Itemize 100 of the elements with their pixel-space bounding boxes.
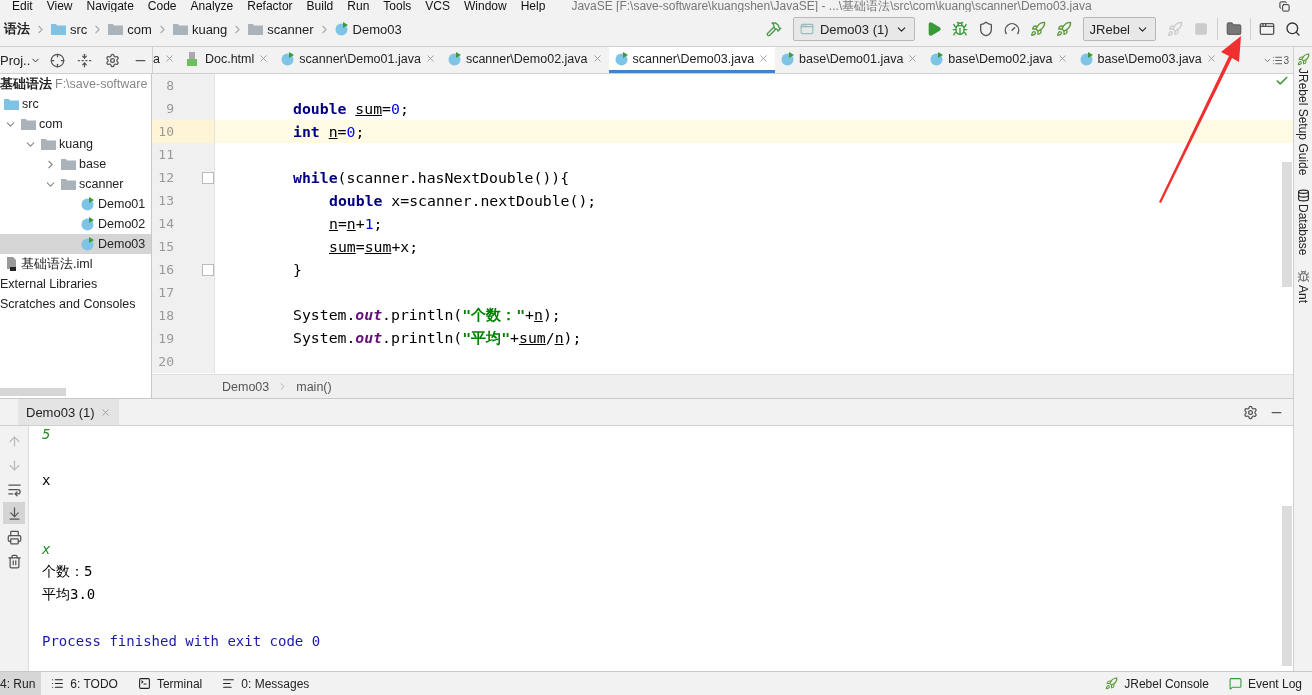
close-icon[interactable] — [1056, 53, 1068, 64]
menu-item[interactable]: View — [46, 0, 73, 12]
menu-item[interactable]: Run — [347, 0, 370, 12]
class-icon — [81, 217, 95, 231]
tool-window-tab[interactable]: JRebel Console — [1095, 672, 1219, 695]
side-tool-tab[interactable]: Database — [1296, 189, 1310, 256]
menu-item[interactable]: Navigate — [86, 0, 134, 12]
editor-tab[interactable]: base\Demo02.java — [924, 47, 1074, 73]
editor-tab[interactable]: scanner\Demo02.java — [441, 47, 609, 73]
line-number: 14 — [157, 216, 174, 231]
tool-window-tab[interactable]: Event Log — [1218, 672, 1312, 695]
scrollbar-thumb[interactable] — [0, 388, 66, 396]
menu-item[interactable]: Edit — [12, 0, 33, 12]
tree-item[interactable]: Demo03 — [0, 234, 151, 254]
tree-item[interactable]: 基础语法.iml — [0, 254, 151, 274]
editor-tab[interactable]: base\Demo01.java — [775, 47, 925, 73]
run-config-select[interactable]: Demo03 (1) — [792, 17, 915, 41]
line-number: 10 — [157, 124, 174, 139]
tree-item[interactable]: Scratches and Consoles — [0, 294, 151, 314]
class-icon — [781, 51, 796, 66]
code-crumb[interactable]: main() — [296, 379, 332, 394]
editor-tab[interactable]: base\Demo03.java — [1073, 47, 1223, 73]
list-icon — [1272, 54, 1284, 66]
menu-item[interactable]: Refactor — [247, 0, 293, 12]
tool-window-tab[interactable]: 4: Run — [0, 672, 42, 695]
list-icon — [51, 677, 65, 690]
line-number: 13 — [157, 193, 174, 208]
rocket-icon — [1105, 677, 1119, 690]
code-line: int n=0; — [293, 123, 365, 140]
nav-crumb[interactable]: 语法 — [0, 20, 34, 38]
side-tool-tab[interactable]: JRebel Setup Guide — [1296, 53, 1310, 176]
folder-icon — [21, 118, 36, 130]
project-view-select[interactable]: Proj.. — [0, 52, 42, 68]
code-line: double x=scanner.nextDouble(); — [329, 192, 597, 209]
scrollbar-thumb[interactable] — [1282, 506, 1292, 666]
console-line: 平均3.0 — [42, 585, 96, 604]
nav-crumb[interactable]: scanner — [244, 21, 318, 37]
editor-tab[interactable]: Doc.html — [180, 47, 276, 73]
menu-item[interactable]: Tools — [383, 0, 412, 12]
restore-icon[interactable] — [1279, 0, 1290, 12]
tree-item[interactable]: src — [0, 94, 151, 114]
menu-item[interactable]: Build — [306, 0, 334, 12]
menu-item[interactable]: VCS — [425, 0, 450, 12]
tab-overflow-button[interactable]: 3 — [1259, 47, 1293, 73]
close-icon[interactable] — [99, 406, 111, 418]
line-number: 16 — [157, 262, 174, 277]
tree-item[interactable]: scanner — [0, 174, 151, 194]
console-line: 5 — [42, 426, 51, 442]
folder-icon — [61, 178, 76, 190]
code-line: n=n+1; — [329, 215, 383, 232]
console-line: x — [42, 471, 51, 488]
code-crumb[interactable]: Demo03 — [222, 379, 270, 394]
code-line: System.out.println("个数："+n); — [293, 306, 561, 325]
tree-item[interactable]: External Libraries — [0, 274, 151, 294]
class-icon — [930, 51, 945, 66]
nav-crumb[interactable]: Demo03 — [330, 21, 406, 37]
tree-item[interactable]: Demo01 — [0, 194, 151, 214]
folder-icon — [108, 23, 124, 35]
scroll-to-end-icon[interactable] — [3, 502, 25, 524]
tool-window-tab[interactable]: 6: TODO — [41, 672, 128, 695]
nav-crumb[interactable]: com — [104, 21, 156, 37]
menu-item[interactable]: Help — [520, 0, 546, 12]
class-icon — [81, 197, 95, 211]
jrebel-select[interactable]: JRebel — [1082, 17, 1156, 41]
lines-icon — [222, 677, 236, 690]
console-line: x — [42, 540, 51, 557]
fold-marker[interactable] — [202, 171, 214, 184]
editor-tab[interactable]: scanner\Demo01.java — [275, 47, 442, 73]
tool-window-tab[interactable]: Terminal — [127, 672, 213, 695]
close-icon[interactable] — [907, 53, 919, 64]
tree-item[interactable]: com — [0, 114, 151, 134]
ant-icon — [1296, 269, 1310, 283]
editor-tab[interactable]: scanner\Demo03.java — [608, 47, 776, 73]
fold-marker[interactable] — [202, 263, 214, 276]
scrollbar-thumb[interactable] — [1282, 162, 1292, 287]
menu-item[interactable]: Code — [147, 0, 177, 12]
close-icon[interactable] — [1205, 53, 1217, 64]
close-icon[interactable] — [163, 53, 175, 64]
terminal-icon — [137, 677, 151, 690]
close-icon[interactable] — [424, 53, 436, 64]
code-line: sum=sum+x; — [329, 238, 419, 255]
line-number: 11 — [157, 147, 174, 162]
menu-item[interactable]: Window — [464, 0, 507, 12]
close-icon[interactable] — [591, 53, 603, 64]
run-tab[interactable]: Demo03 (1) — [18, 399, 119, 425]
line-number: 12 — [157, 170, 174, 185]
line-number: 9 — [165, 101, 174, 116]
tool-window-tab[interactable]: 0: Messages — [212, 672, 320, 695]
close-icon[interactable] — [258, 53, 270, 64]
nav-crumb[interactable]: kuang — [168, 21, 232, 37]
tree-item[interactable]: kuang — [0, 134, 151, 154]
editor-tab[interactable]: a — [153, 47, 181, 73]
side-tool-tab[interactable]: Ant — [1296, 269, 1310, 303]
menu-item[interactable]: Analyze — [190, 0, 234, 12]
tree-item[interactable]: Demo02 — [0, 214, 151, 234]
project-path: F:\save-software — [55, 77, 148, 91]
class-icon — [614, 51, 629, 66]
nav-crumb[interactable]: src — [47, 21, 92, 37]
tree-item[interactable]: base — [0, 154, 151, 174]
close-icon[interactable] — [758, 53, 770, 64]
